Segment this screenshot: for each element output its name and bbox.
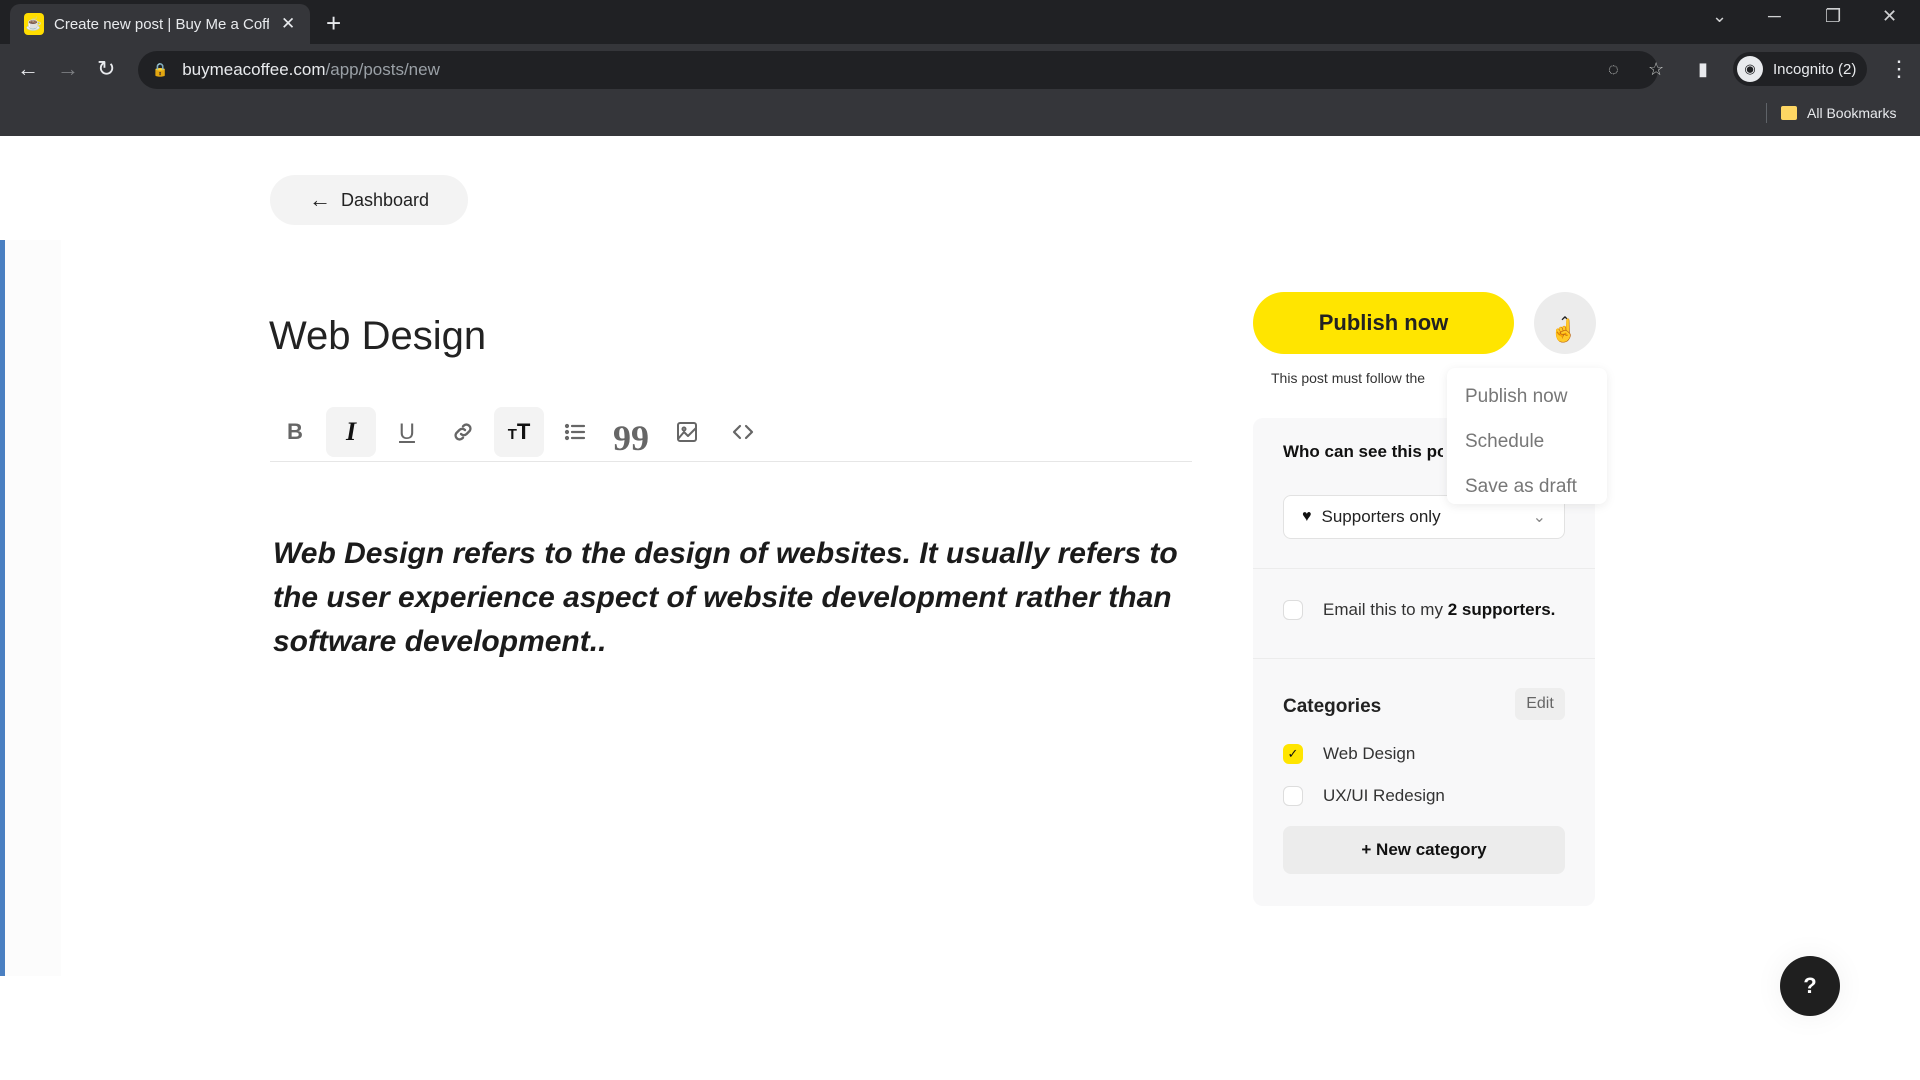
minimize-icon[interactable]: ─ [1768,6,1781,27]
url-host: buymeacoffee.com [182,60,326,79]
checkmark-icon: ✓ [1287,746,1299,761]
categories-title: Categories [1283,696,1382,717]
text-size-icon: TT [507,418,531,444]
back-icon[interactable]: ← [17,56,39,82]
profile-label: Incognito (2) [1773,60,1857,78]
menu-item-publish-now[interactable]: Publish now [1447,374,1607,419]
new-category-button[interactable]: + New category [1283,826,1565,874]
quote-button[interactable]: 99 [606,407,656,457]
post-body-editor[interactable]: Web Design refers to the design of websi… [273,532,1203,664]
menu-item-schedule[interactable]: Schedule [1447,419,1607,464]
more-menu-icon[interactable]: ⋮ [1888,56,1910,82]
supporter-count: 2 supporters. [1447,600,1556,619]
chevron-down-icon: ⌄ [1532,509,1546,526]
left-gutter [5,240,61,976]
forward-icon[interactable]: → [57,56,79,82]
link-button[interactable] [438,407,488,457]
url-path: /app/posts/new [325,60,440,79]
email-checkbox[interactable] [1283,600,1303,620]
image-icon [677,421,697,442]
publish-options-menu: Publish now Schedule Save as draft [1447,368,1607,504]
bulleted-list-button[interactable] [550,407,600,457]
quote-icon: 99 [613,417,649,458]
all-bookmarks[interactable]: All Bookmarks [1766,103,1896,123]
new-tab-icon[interactable]: + [326,8,341,39]
folder-icon [1781,106,1797,120]
arrow-left-icon: ← [308,187,331,212]
category-item[interactable]: UX/UI Redesign [1283,786,1445,806]
browser-tab[interactable]: ☕ Create new post | Buy Me a Coff ✕ [10,4,310,44]
formatting-toolbar: B I U TT 99 [270,402,1192,462]
hand-cursor-icon: ☝ [1550,318,1578,343]
underline-icon: U [399,418,415,444]
incognito-profile-button[interactable]: ◉ Incognito (2) [1733,52,1867,86]
reload-icon[interactable]: ↻ [97,56,115,82]
coffee-favicon-icon: ☕ [24,13,44,35]
edit-categories-button[interactable]: Edit [1515,688,1565,720]
back-to-dashboard-button[interactable]: ← Dashboard [270,175,468,225]
star-icon[interactable]: ☆ [1648,59,1664,80]
dashboard-label: Dashboard [340,189,430,210]
incognito-icon: ◉ [1737,56,1763,82]
italic-icon: I [345,416,357,446]
lock-icon: 🔒 [152,62,169,77]
italic-button[interactable]: I [326,406,376,457]
underline-button[interactable]: U [382,407,432,457]
code-button[interactable] [718,407,768,457]
visibility-value: Supporters only [1321,507,1441,526]
email-prefix: Email this to my [1323,600,1448,619]
close-tab-icon[interactable]: ✕ [281,14,295,34]
tab-search-icon[interactable]: ⌄ [1712,6,1727,27]
category-checkbox[interactable] [1283,786,1303,806]
category-label: Web Design [1323,744,1416,763]
publish-now-button[interactable]: Publish now [1253,292,1514,354]
restore-icon[interactable]: ❐ [1825,6,1841,27]
side-panel-icon[interactable]: ▮ [1698,59,1708,80]
close-window-icon[interactable]: ✕ [1882,6,1897,27]
bookmarks-label: All Bookmarks [1807,105,1897,121]
post-title-input[interactable]: Web Design [269,314,486,359]
category-label: UX/UI Redesign [1323,786,1445,805]
email-label: Email this to my 2 supporters. [1323,600,1555,620]
tab-title: Create new post | Buy Me a Coff [54,15,269,33]
category-checkbox[interactable]: ✓ [1283,744,1303,764]
eye-off-icon[interactable]: ◌ [1608,59,1619,80]
menu-item-save-draft[interactable]: Save as draft [1447,464,1607,509]
visibility-label: Who can see this post? [1283,442,1443,461]
code-icon [732,424,754,439]
email-supporters-option[interactable]: Email this to my 2 supporters. [1283,600,1555,620]
list-icon [564,423,586,440]
divider [1253,568,1595,569]
browser-tab-strip: ☕ Create new post | Buy Me a Coff ✕ + ⌄ … [0,0,1920,44]
heart-icon: ♥ [1302,508,1312,525]
bold-icon: B [287,418,303,444]
guidelines-note: This post must follow the [1271,370,1426,386]
category-item[interactable]: ✓ Web Design [1283,744,1415,764]
address-bar[interactable]: 🔒 buymeacoffee.com/app/posts/new [138,51,1658,89]
text-size-button[interactable]: TT [494,406,544,457]
image-button[interactable] [662,407,712,457]
divider [1253,658,1595,659]
bold-button[interactable]: B [270,407,320,457]
page-content: ← Dashboard Web Design B I U TT 99 Web D… [0,136,1920,1080]
help-button[interactable]: ? [1780,956,1840,1016]
link-icon [454,422,472,441]
